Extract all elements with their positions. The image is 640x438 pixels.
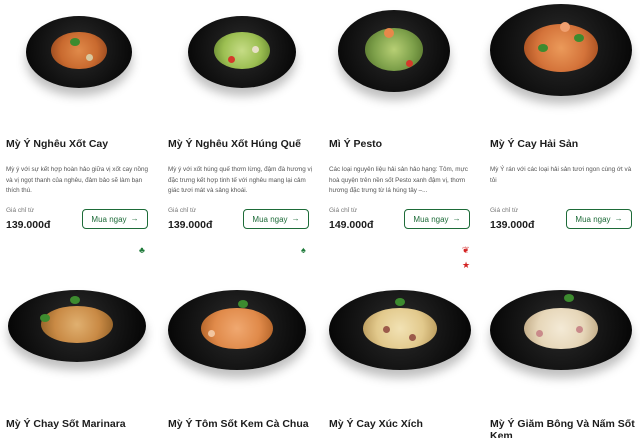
dish-image[interactable] — [329, 290, 471, 370]
arrow-right-icon: → — [452, 214, 461, 223]
price-from-label: Giá chỉ từ — [6, 207, 35, 214]
dish-image[interactable] — [8, 290, 146, 362]
dish-image[interactable] — [168, 290, 306, 370]
arrow-right-icon: → — [291, 214, 300, 223]
buy-now-button[interactable]: Mua ngay → — [82, 209, 148, 229]
product-description: Mỳ ý với xốt húng quế thơm lừng, đậm đà … — [168, 166, 313, 194]
product-description: Mỳ Ý rán với các loại hải sản tươi ngon … — [490, 166, 632, 184]
buy-now-label: Mua ngay — [252, 214, 288, 224]
product-price: 149.000đ — [329, 219, 374, 231]
arrow-right-icon: → — [614, 214, 623, 223]
product-title[interactable]: Mỳ Ý Nghêu Xốt Cay — [6, 138, 108, 150]
leaf-icon: ♠ — [301, 245, 306, 255]
product-title[interactable]: Mỳ Ý Giăm Bông Và Nấm Sốt Kem — [490, 418, 640, 438]
buy-now-label: Mua ngay — [91, 214, 127, 224]
dish-image[interactable] — [338, 10, 450, 92]
product-title[interactable]: Mỳ Ý Tôm Sốt Kem Cà Chua — [168, 418, 309, 430]
buy-now-button[interactable]: Mua ngay → — [243, 209, 309, 229]
product-title[interactable]: Mỳ Ý Cay Xúc Xích — [329, 418, 423, 430]
buy-now-button[interactable]: Mua ngay → — [404, 209, 470, 229]
price-from-label: Giá chỉ từ — [168, 207, 197, 214]
product-description: Các loại nguyên liệu hải sản hảo hạng: T… — [329, 166, 468, 194]
product-title[interactable]: Mỳ Ý Cay Hải Sản — [490, 138, 578, 150]
arrow-right-icon: → — [130, 214, 139, 223]
product-title[interactable]: Mì Ý Pesto — [329, 138, 382, 150]
price-from-label: Giá chỉ từ — [490, 207, 519, 214]
star-icon: ★ — [462, 260, 471, 270]
product-description: Mỳ ý với sự kết hợp hoàn hảo giữa vị xốt… — [6, 166, 148, 194]
chili-icon: ❦ — [462, 245, 470, 255]
dish-image[interactable] — [490, 290, 632, 370]
product-price: 139.000đ — [6, 219, 51, 231]
product-title[interactable]: Mỳ Ý Nghêu Xốt Húng Quế — [168, 138, 301, 150]
broccoli-icon: ♣ — [139, 245, 145, 255]
product-grid: Mỳ Ý Nghêu Xốt Cay Mỳ ý với sự kết hợp h… — [0, 0, 640, 438]
product-title[interactable]: Mỳ Ý Chay Sốt Marinara — [6, 418, 126, 430]
buy-now-button[interactable]: Mua ngay → — [566, 209, 632, 229]
dish-image[interactable] — [26, 16, 132, 88]
dish-image[interactable] — [188, 16, 296, 88]
product-price: 139.000đ — [168, 219, 213, 231]
dish-image[interactable] — [490, 4, 632, 96]
product-price: 139.000đ — [490, 219, 535, 231]
buy-now-label: Mua ngay — [413, 214, 449, 224]
price-from-label: Giá chỉ từ — [329, 207, 358, 214]
buy-now-label: Mua ngay — [575, 214, 611, 224]
